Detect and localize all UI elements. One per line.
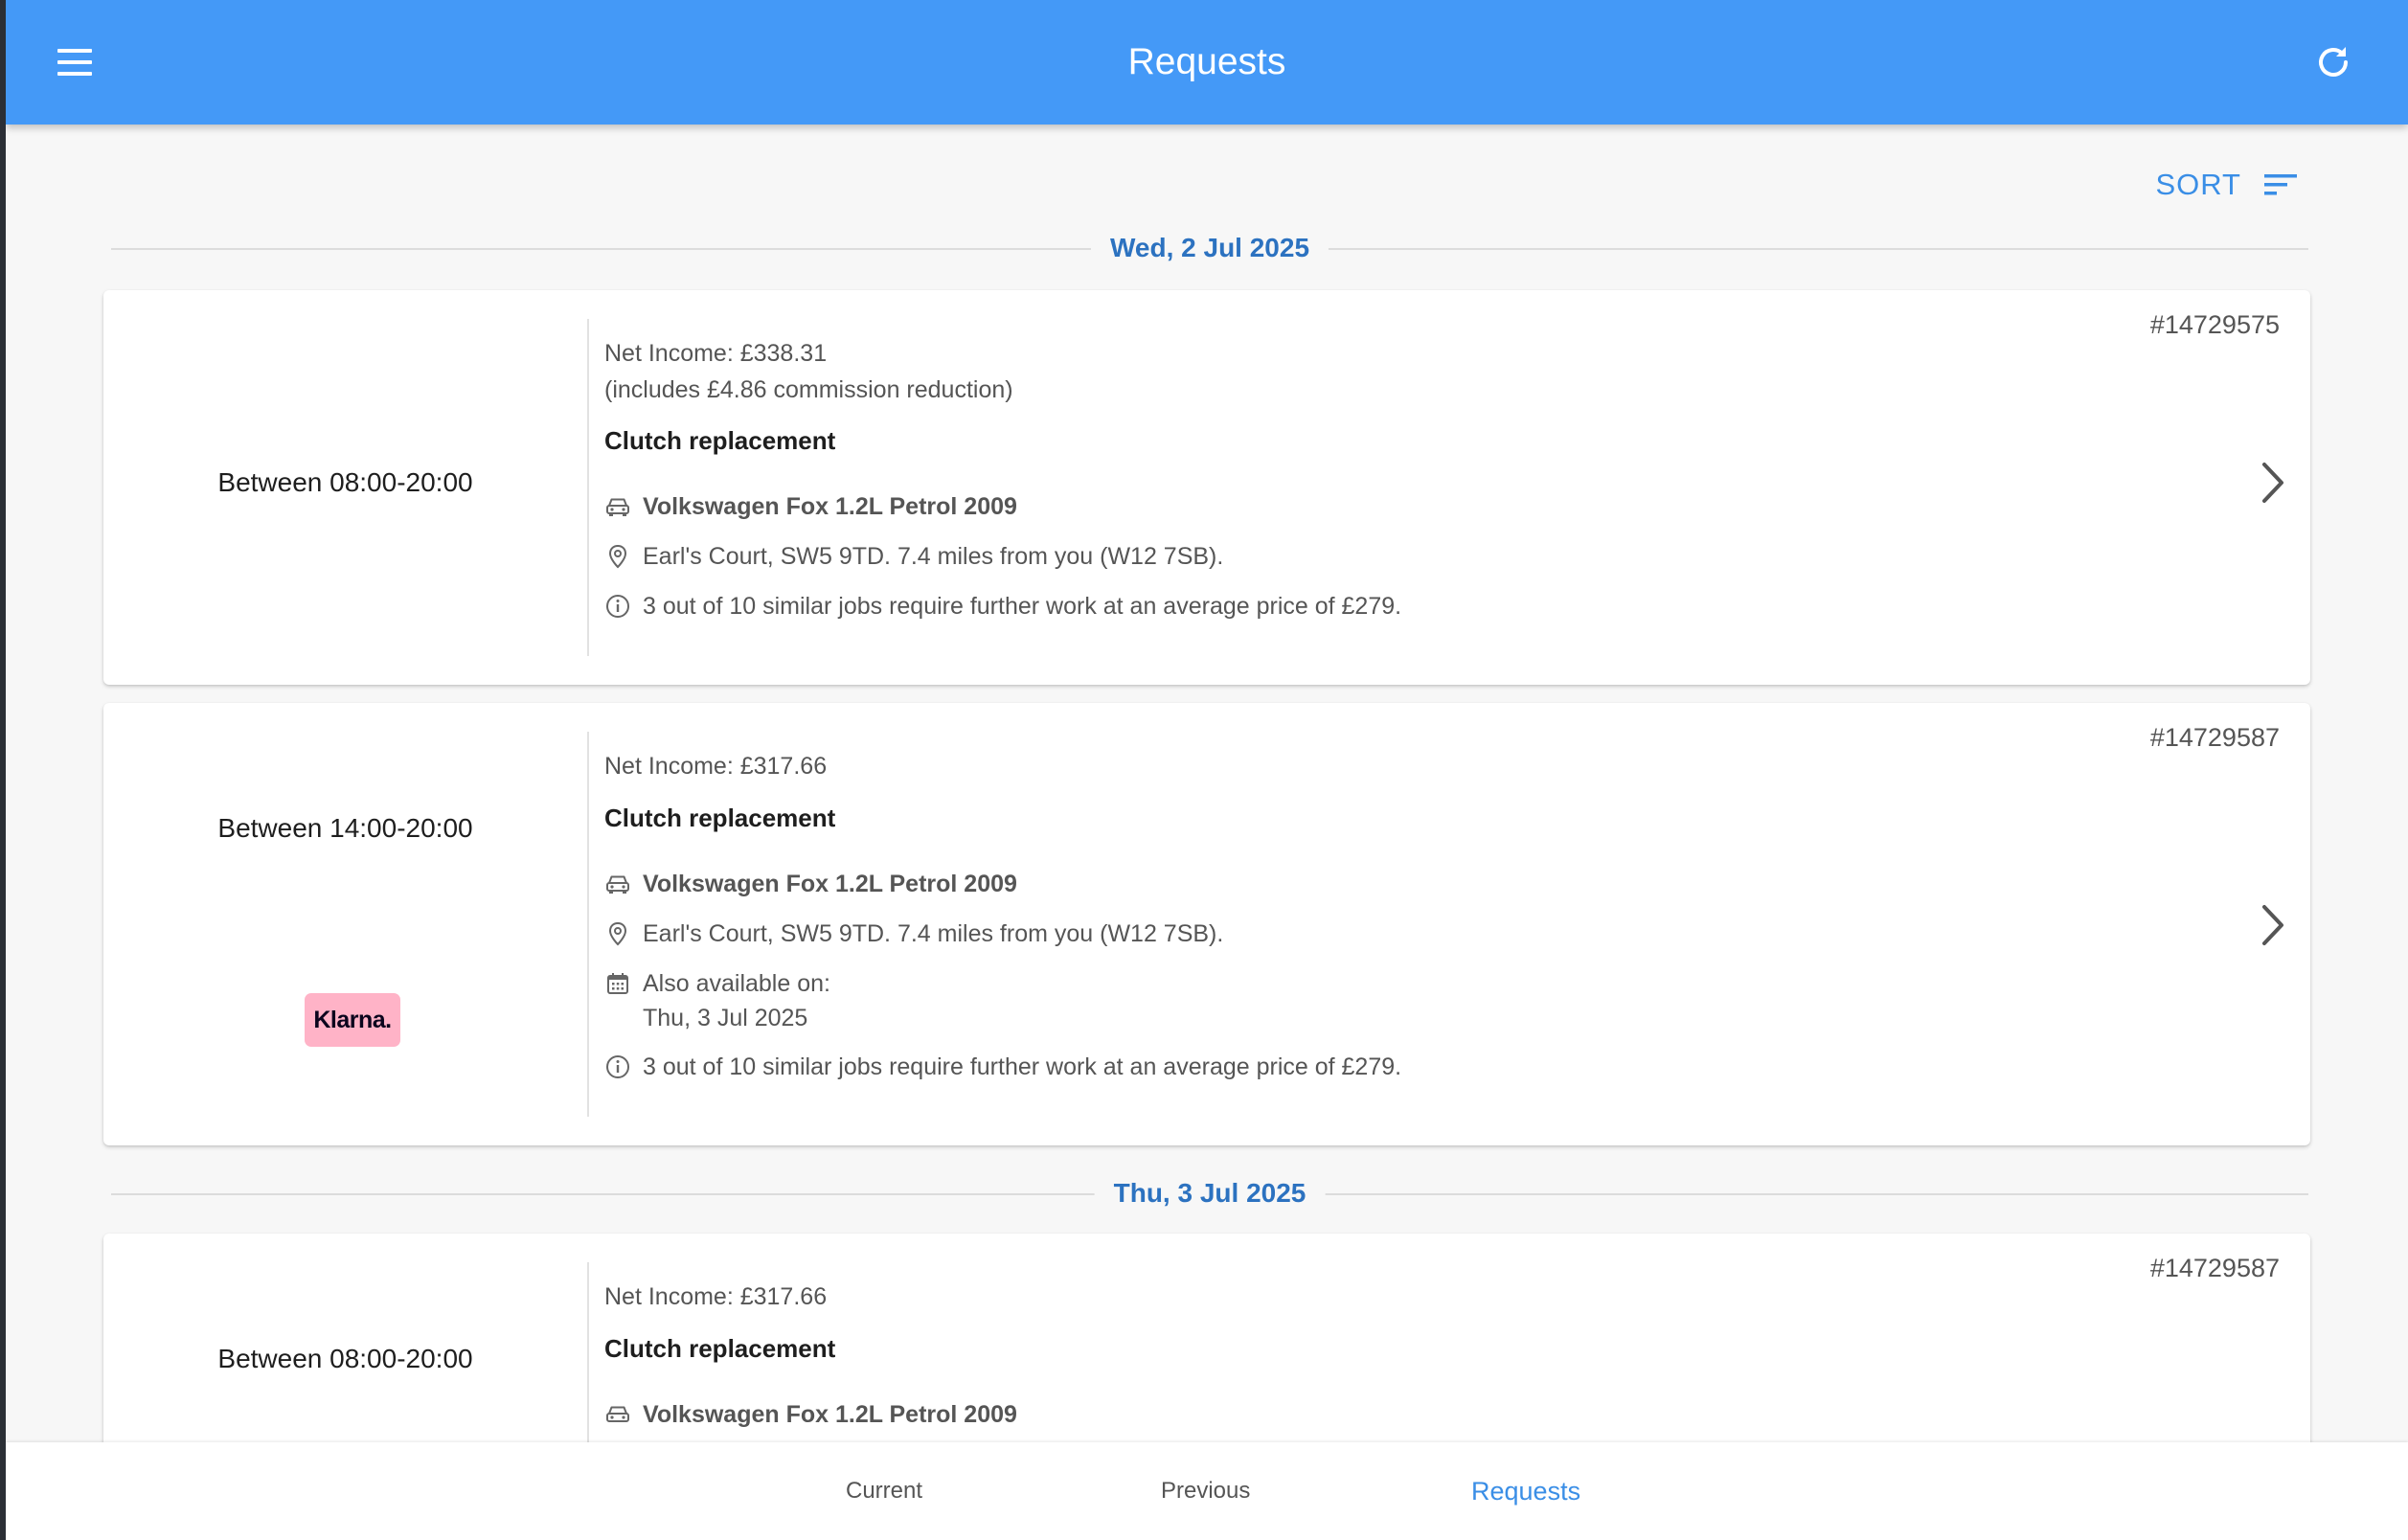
time-window: Between 08:00-20:00 bbox=[217, 467, 473, 497]
info-circle-icon bbox=[606, 1055, 629, 1078]
vehicle-name: Volkswagen Fox 1.2L Petrol 2009 bbox=[643, 1400, 1017, 1428]
also-available-label: Also available on: bbox=[643, 969, 830, 997]
commission-note: (includes £4.86 commission reduction) bbox=[604, 376, 1013, 403]
service-name: Clutch replacement bbox=[604, 804, 836, 832]
info-row: 3 out of 10 similar jobs require further… bbox=[604, 1052, 1401, 1082]
date-separator: Thu, 3 Jul 2025 bbox=[111, 1174, 2308, 1212]
card-details: #14729587 Net Income: £317.66 Clutch rep… bbox=[604, 703, 2310, 1145]
info-text: 3 out of 10 similar jobs require further… bbox=[643, 592, 1402, 620]
date-label: Thu, 3 Jul 2025 bbox=[1094, 1174, 1326, 1212]
vehicle-name: Volkswagen Fox 1.2L Petrol 2009 bbox=[643, 870, 1017, 897]
location-pin-icon bbox=[608, 921, 627, 946]
vehicle-name: Volkswagen Fox 1.2L Petrol 2009 bbox=[643, 492, 1017, 520]
nav-previous[interactable]: Previous bbox=[1161, 1442, 1250, 1540]
sort-lines-icon bbox=[2264, 174, 2297, 195]
also-available-date: Thu, 3 Jul 2025 bbox=[643, 1005, 808, 1031]
sort-label: SORT bbox=[2155, 168, 2241, 201]
app-window: Requests SORT Wed, 2 Jul 2025 Between 08… bbox=[6, 0, 2408, 1540]
refresh-button[interactable] bbox=[2312, 41, 2354, 83]
request-card[interactable]: Between 08:00-20:00 #14729575 Net Income… bbox=[103, 290, 2310, 685]
job-id: #14729587 bbox=[2149, 723, 2280, 752]
location-text: Earl's Court, SW5 9TD. 7.4 miles from yo… bbox=[643, 542, 1224, 570]
chevron-right-icon[interactable] bbox=[2257, 901, 2289, 949]
time-window: Between 08:00-20:00 bbox=[217, 1344, 473, 1373]
vehicle-row: Volkswagen Fox 1.2L Petrol 2009 bbox=[604, 869, 1017, 899]
vehicle-row: Volkswagen Fox 1.2L Petrol 2009 bbox=[604, 1399, 1017, 1430]
bottom-navigation: Current Previous Requests bbox=[6, 1442, 2408, 1540]
refresh-icon bbox=[2319, 47, 2348, 77]
calendar-icon bbox=[607, 973, 628, 994]
requests-list[interactable]: SORT Wed, 2 Jul 2025 Between 08:00-20:00… bbox=[6, 125, 2408, 1442]
service-name: Clutch replacement bbox=[604, 426, 836, 455]
location-row: Earl's Court, SW5 9TD. 7.4 miles from yo… bbox=[604, 541, 1223, 572]
car-icon bbox=[606, 498, 629, 516]
card-details: #14729575 Net Income: £338.31 (includes … bbox=[604, 290, 2310, 685]
page-title: Requests bbox=[1127, 41, 1286, 82]
job-id: #14729587 bbox=[2149, 1254, 2280, 1282]
time-window: Between 14:00-20:00 bbox=[217, 813, 473, 843]
car-icon bbox=[606, 875, 629, 894]
card-divider bbox=[587, 1262, 589, 1442]
card-time-panel: Between 08:00-20:00 bbox=[103, 1234, 587, 1442]
location-pin-icon bbox=[608, 544, 627, 569]
also-available-row: Also available on: bbox=[604, 968, 830, 999]
location-text: Earl's Court, SW5 9TD. 7.4 miles from yo… bbox=[643, 919, 1224, 947]
info-row: 3 out of 10 similar jobs require further… bbox=[604, 591, 1401, 622]
location-row: Earl's Court, SW5 9TD. 7.4 miles from yo… bbox=[604, 918, 1223, 949]
card-details: #14729587 Net Income: £317.66 Clutch rep… bbox=[604, 1234, 2310, 1442]
sort-button[interactable]: SORT bbox=[2155, 161, 2299, 209]
service-name: Clutch replacement bbox=[604, 1334, 836, 1363]
job-id: #14729575 bbox=[2149, 310, 2280, 339]
card-divider bbox=[587, 319, 589, 656]
car-icon bbox=[606, 1406, 629, 1422]
request-card[interactable]: Between 08:00-20:00 #14729587 Net Income… bbox=[103, 1234, 2310, 1442]
net-income: Net Income: £338.31 bbox=[604, 340, 828, 367]
card-time-panel: Between 14:00-20:00 Klarna. bbox=[103, 703, 587, 1145]
net-income: Net Income: £317.66 bbox=[604, 1283, 828, 1310]
info-text: 3 out of 10 similar jobs require further… bbox=[643, 1053, 1402, 1080]
top-app-bar: Requests bbox=[6, 0, 2408, 125]
net-income: Net Income: £317.66 bbox=[604, 753, 828, 780]
nav-current[interactable]: Current bbox=[846, 1442, 922, 1540]
date-label: Wed, 2 Jul 2025 bbox=[1090, 229, 1329, 267]
nav-requests[interactable]: Requests bbox=[1471, 1442, 1580, 1540]
klarna-badge: Klarna. bbox=[305, 993, 400, 1047]
card-divider bbox=[587, 732, 589, 1117]
vehicle-row: Volkswagen Fox 1.2L Petrol 2009 bbox=[604, 491, 1017, 522]
date-separator: Wed, 2 Jul 2025 bbox=[111, 229, 2308, 267]
card-time-panel: Between 08:00-20:00 bbox=[103, 290, 587, 685]
chevron-right-icon[interactable] bbox=[2257, 459, 2289, 507]
info-circle-icon bbox=[606, 595, 629, 618]
request-card[interactable]: Between 14:00-20:00 Klarna. #14729587 Ne… bbox=[103, 703, 2310, 1145]
